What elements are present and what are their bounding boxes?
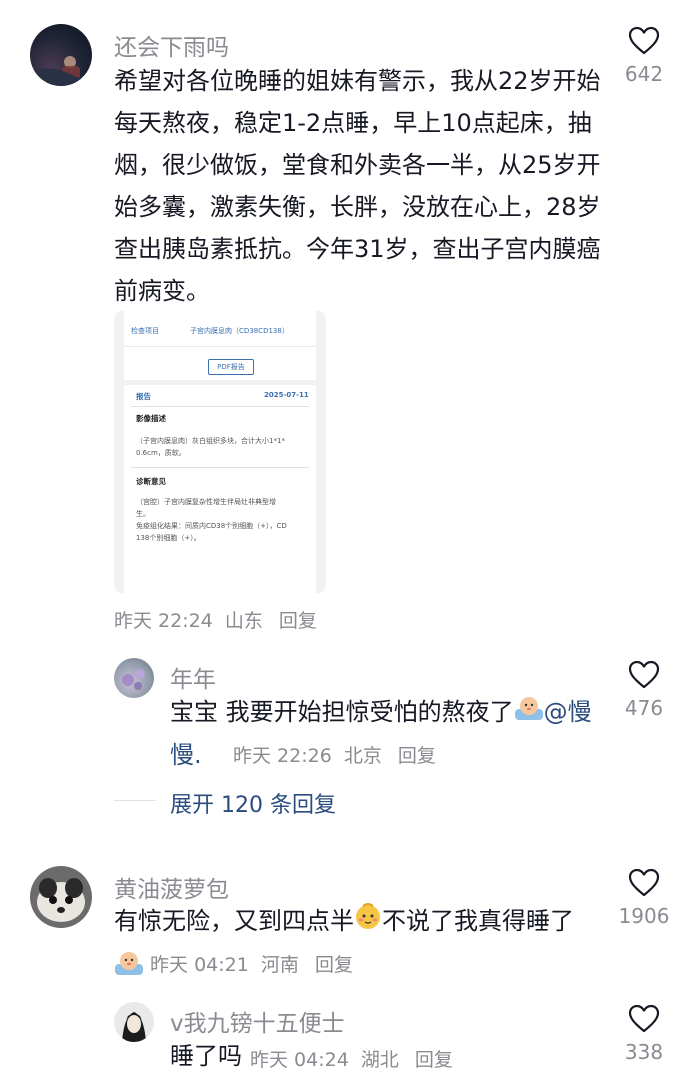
- comment-image[interactable]: 检查项目 子宫内膜息肉（CD38CD138） PDF报告 报告 2025-07-…: [114, 310, 326, 594]
- reply-button[interactable]: 回复: [279, 610, 317, 632]
- report-text-line: 生。: [136, 510, 150, 518]
- comment-location: 湖北: [360, 1049, 399, 1071]
- comment-text-body: 宝宝 我要开始担惊受怕的熬夜了: [170, 698, 514, 726]
- heart-outline-icon: [628, 26, 660, 55]
- report-text-line: 免疫组化结果：间质内CD38个别细胞（+），CD: [136, 522, 287, 530]
- divider: [131, 406, 309, 407]
- comment-time: 昨天 04:21: [150, 954, 249, 976]
- comment-meta: 昨天 04:21 河南 回复: [114, 950, 353, 981]
- avatar-image: [30, 56, 92, 86]
- comment-location: 北京: [343, 745, 382, 767]
- report-text-line: （子宫内膜息肉）灰白组织多块，合计大小1*1*: [136, 437, 285, 445]
- blushing-face-emoji: [354, 901, 382, 943]
- avatar[interactable]: [114, 658, 154, 698]
- heart-outline-icon: [628, 868, 660, 897]
- report-screenshot: 检查项目 子宫内膜息肉（CD38CD138） PDF报告 报告 2025-07-…: [124, 310, 316, 594]
- divider: [124, 380, 316, 385]
- comment-username[interactable]: v我九镑十五便士: [170, 1004, 345, 1038]
- comment-username[interactable]: 还会下雨吗: [114, 28, 229, 62]
- comment-username[interactable]: 年年: [170, 660, 216, 694]
- baby-face-emoji: [514, 692, 544, 734]
- avatar[interactable]: [30, 866, 92, 928]
- avatar-image: [37, 878, 85, 922]
- report-section-title: 诊断意见: [136, 477, 166, 486]
- comment-location: 河南: [260, 954, 299, 976]
- avatar[interactable]: [30, 24, 92, 86]
- report-row-label: 检查项目: [131, 327, 159, 335]
- heart-outline-icon: [628, 1004, 660, 1033]
- like-count: 338: [624, 1040, 664, 1064]
- report-text-line: 0.6cm，质软。: [136, 449, 186, 457]
- like-count: 1906: [618, 904, 670, 928]
- report-text-line: 138个别细胞（+）。: [136, 534, 201, 542]
- comment-text-body: 有惊无险，又到四点半: [114, 907, 354, 935]
- comment-meta: 昨天 22:26 北京 回复: [233, 741, 436, 768]
- reply-button[interactable]: 回复: [398, 745, 436, 767]
- avatar[interactable]: [114, 1002, 154, 1042]
- baby-face-emoji: [114, 950, 144, 981]
- reply-button[interactable]: 回复: [315, 954, 353, 976]
- comment-text-body: 不说了我真得睡了: [382, 907, 574, 935]
- like-button[interactable]: 476: [608, 660, 680, 720]
- comment-text: 睡了吗: [170, 1042, 242, 1070]
- comment-meta: 昨天 04:24 湖北 回复: [250, 1045, 453, 1072]
- comment-meta: 昨天 22:24 山东 回复: [114, 606, 317, 633]
- comment-time: 昨天 22:26: [233, 745, 332, 767]
- comment-username[interactable]: 黄油菠萝包: [114, 870, 229, 904]
- like-count: 642: [624, 62, 664, 86]
- avatar-image: [122, 669, 145, 690]
- divider: [114, 800, 156, 801]
- report-date: 2025-07-11: [264, 391, 309, 399]
- divider: [131, 467, 309, 468]
- report-row-value: 子宫内膜息肉（CD38CD138）: [190, 327, 289, 335]
- comment-location: 山东: [224, 610, 263, 632]
- comment-time: 昨天 04:24: [250, 1049, 349, 1071]
- like-button[interactable]: 1906: [608, 868, 680, 928]
- divider: [124, 346, 316, 347]
- comment-time: 昨天 22:24: [114, 610, 213, 632]
- like-button[interactable]: 338: [608, 1004, 680, 1064]
- like-button[interactable]: 642: [608, 26, 680, 86]
- report-text-line: （宫腔）子宫内膜复杂性增生伴局灶非典型增: [136, 498, 276, 506]
- report-section-title: 影像描述: [136, 414, 166, 423]
- report-title: 报告: [136, 392, 151, 401]
- like-count: 476: [624, 696, 664, 720]
- avatar-image: [122, 1012, 146, 1042]
- pdf-report-button: PDF报告: [208, 359, 254, 375]
- reply-button[interactable]: 回复: [415, 1049, 453, 1071]
- comment-text: 希望对各位晚睡的姐妹有警示，我从22岁开始每天熬夜，稳定1-2点睡，早上10点起…: [114, 67, 601, 305]
- comment-text: 有惊无险，又到四点半 不说了我真得睡了: [114, 900, 614, 943]
- heart-outline-icon: [628, 660, 660, 689]
- expand-replies-button[interactable]: 展开 120 条回复: [170, 787, 336, 819]
